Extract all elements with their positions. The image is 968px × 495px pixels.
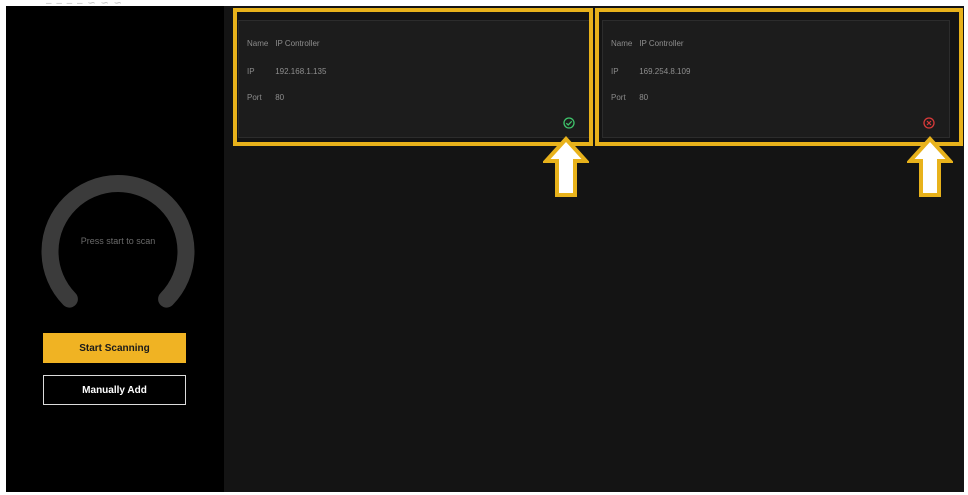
- device-list-panel: Name IP Controller IP 192.168.1.135 Port…: [224, 6, 964, 492]
- cross-circle-icon: [923, 117, 935, 129]
- device-name: IP Controller: [639, 39, 684, 48]
- device-port: 80: [275, 93, 285, 102]
- device-port: 80: [639, 93, 649, 102]
- scan-prompt-text: Press start to scan: [80, 236, 156, 246]
- device-ip-row: IP 169.254.8.109: [611, 67, 690, 76]
- device-port-row: Port 80: [611, 93, 648, 102]
- manually-add-button[interactable]: Manually Add: [43, 375, 186, 405]
- name-label: Name: [611, 39, 633, 48]
- device-port-row: Port 80: [247, 93, 284, 102]
- device-ip-row: IP 192.168.1.135: [247, 67, 326, 76]
- device-card[interactable]: Name IP Controller IP 169.254.8.109 Port…: [602, 20, 950, 138]
- device-card[interactable]: Name IP Controller IP 192.168.1.135 Port…: [238, 20, 590, 138]
- device-name: IP Controller: [275, 39, 320, 48]
- arrow-up-icon: [907, 136, 953, 197]
- device-name-row: Name IP Controller: [247, 39, 320, 48]
- start-scanning-button[interactable]: Start Scanning: [43, 333, 186, 363]
- top-partial-label: – – – – ∽ ∽ ∽: [46, 0, 124, 9]
- scan-progress-ring: [41, 175, 195, 308]
- name-label: Name: [247, 39, 269, 48]
- app-window: – – – – ∽ ∽ ∽ Press start to scan Start …: [6, 0, 964, 492]
- ip-label: IP: [611, 67, 619, 76]
- sidebar: – – – – ∽ ∽ ∽ Press start to scan Start …: [6, 0, 224, 492]
- port-label: Port: [247, 93, 262, 102]
- ip-label: IP: [247, 67, 255, 76]
- device-name-row: Name IP Controller: [611, 39, 684, 48]
- port-label: Port: [611, 93, 626, 102]
- device-ip: 169.254.8.109: [639, 67, 691, 76]
- device-ip: 192.168.1.135: [275, 67, 327, 76]
- check-circle-icon: [563, 117, 575, 129]
- arrow-up-icon: [543, 136, 589, 197]
